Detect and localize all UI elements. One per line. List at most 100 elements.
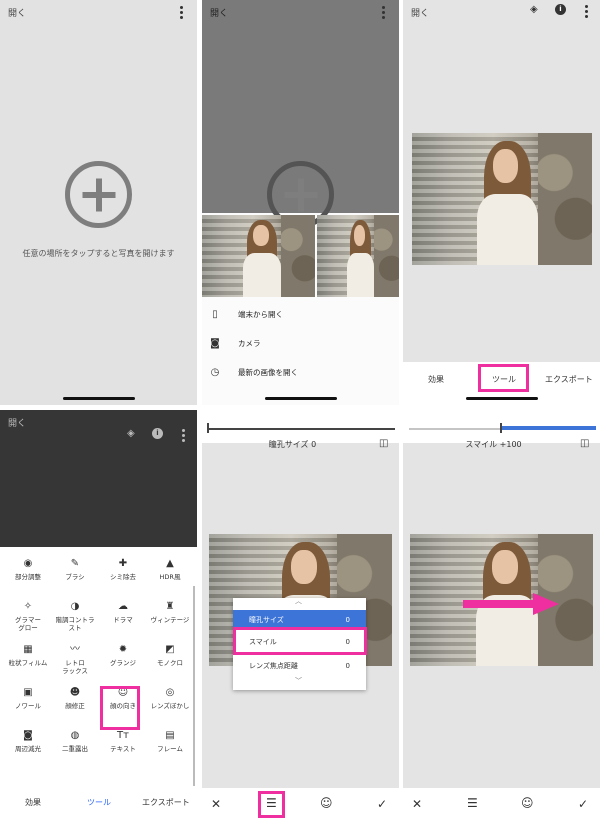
face-pose-icon[interactable]: ☺ — [320, 796, 333, 810]
tool-item[interactable]: ◎ レンズぼかし — [150, 688, 190, 711]
chevron-up-icon[interactable]: ︿ — [295, 596, 302, 606]
tool-label: グラマー グロー — [15, 616, 41, 632]
tool-label: グランジ — [110, 659, 136, 667]
menu-item-label: 最新の画像を開く — [238, 368, 298, 377]
dropdown-item-label: レンズ焦点距離 — [249, 662, 298, 670]
face-smile-icon: ☻ — [69, 687, 81, 698]
tool-label: HDR風 — [159, 573, 181, 581]
menu-item-open-latest[interactable]: ◷ 最新の画像を開く — [210, 367, 298, 378]
panel-tools-menu: 開く ◈ i ◉ 部分調整 ✎ ブラシ ✚ シミ除去 ▲ HDR風 ✧ グラマー グロー ◑ 階調コン… — [0, 410, 197, 820]
tool-item[interactable]: ☁ ドラマ — [103, 601, 143, 625]
cloud-icon: ☁ — [118, 601, 128, 612]
more-options-icon[interactable] — [585, 5, 588, 18]
info-icon[interactable]: i — [555, 4, 566, 15]
recent-photo-thumbnail[interactable] — [202, 215, 315, 297]
close-icon[interactable]: ✕ — [412, 797, 422, 811]
info-icon[interactable]: i — [152, 428, 163, 439]
tool-item[interactable]: ✚ シミ除去 — [103, 558, 143, 582]
dropdown-item-lens-focal-length[interactable]: レンズ焦点距離 0 — [233, 656, 366, 676]
add-photo-icon[interactable] — [65, 161, 132, 228]
home-indicator — [264, 397, 337, 400]
tool-item[interactable]: ◙ 周辺減光 — [8, 730, 48, 754]
tool-label: ドラマ — [113, 616, 133, 624]
bandage-icon: ✚ — [118, 558, 128, 569]
layers-icon[interactable]: ◈ — [127, 428, 135, 439]
adjust-slider[interactable] — [208, 428, 395, 430]
more-options-icon[interactable] — [182, 429, 185, 442]
tab-effects[interactable]: 効果 — [428, 374, 444, 385]
tool-item[interactable]: ◩ モノクロ — [150, 645, 190, 668]
tool-item[interactable]: ♜ ヴィンテージ — [150, 601, 190, 625]
tool-item[interactable]: ✧ グラマー グロー — [8, 602, 48, 633]
vignette-icon: ◙ — [23, 730, 33, 741]
tool-item[interactable]: 〰レトロ ラックス — [55, 645, 95, 676]
highlight-box — [100, 686, 140, 730]
phone-icon: ▯ — [212, 309, 218, 320]
grain-icon: ▦ — [23, 644, 33, 655]
more-options-icon[interactable] — [382, 6, 385, 19]
parameter-caption: 瞳孔サイズ 0 — [268, 440, 317, 449]
film-icon: ▣ — [23, 687, 33, 698]
chevron-down-icon[interactable]: ﹀ — [295, 676, 302, 686]
face-pose-icon[interactable]: ☺ — [521, 796, 534, 810]
tab-export[interactable]: エクスポート — [545, 374, 593, 385]
tool-label: ヴィンテージ — [150, 616, 190, 624]
highlight-box — [233, 627, 367, 655]
dropdown-item-label: 瞳孔サイズ — [249, 616, 284, 624]
frame-icon: ▤ — [165, 730, 175, 741]
mountain-icon: ▲ — [166, 558, 174, 569]
tab-export[interactable]: エクスポート — [142, 797, 190, 808]
tab-effects[interactable]: 効果 — [25, 797, 41, 808]
tool-item[interactable]: ◑ 階調コントラ スト — [55, 602, 95, 633]
layers-icon[interactable]: ◈ — [530, 4, 538, 15]
tool-label: 顔修正 — [65, 702, 85, 710]
parameter-caption: スマイル +100 — [465, 440, 522, 449]
open-button[interactable]: 開く — [411, 6, 429, 19]
camera-icon: ◙ — [210, 338, 220, 349]
tool-item[interactable]: ▤ フレーム — [150, 730, 190, 754]
apply-check-icon[interactable]: ✓ — [578, 797, 588, 811]
slider-center-mark — [500, 423, 502, 433]
tool-item[interactable]: ✹ グランジ — [103, 644, 143, 668]
tool-item[interactable]: ✎ ブラシ — [55, 558, 95, 582]
panel-smile-adjusted: スマイル +100 ◫ ✕ ☰ ☺ ✓ — [403, 410, 600, 820]
apply-check-icon[interactable]: ✓ — [377, 797, 387, 811]
home-indicator — [62, 397, 135, 400]
tool-item[interactable]: ▲ HDR風 — [150, 558, 190, 582]
open-button[interactable]: 開く — [8, 6, 26, 19]
menu-item-open-from-device[interactable]: ▯ 端末から開く — [210, 309, 283, 320]
tool-label: フレーム — [157, 745, 183, 753]
brush-icon: ✎ — [70, 558, 80, 569]
tool-item[interactable]: ▦ 粒状フィルム — [8, 644, 48, 668]
more-options-icon[interactable] — [180, 6, 183, 19]
tool-label: 周辺減光 — [15, 745, 41, 753]
open-button[interactable]: 開く — [210, 6, 228, 19]
recent-photo-thumbnail[interactable] — [317, 215, 399, 297]
tool-item[interactable]: ◉ 部分調整 — [8, 559, 48, 582]
tap-hint-text: 任意の場所をタップすると写真を開けます — [22, 249, 175, 258]
compare-icon[interactable]: ◫ — [580, 438, 589, 449]
tool-item[interactable]: ◍ 二重露出 — [55, 731, 95, 754]
slider-handle[interactable] — [207, 423, 209, 433]
open-button[interactable]: 開く — [8, 416, 26, 429]
highlight-box — [478, 364, 529, 392]
grunge-icon: ✹ — [118, 644, 128, 655]
close-icon[interactable]: ✕ — [211, 797, 221, 811]
tool-label: ブラシ — [65, 573, 85, 581]
bottom-toolbar — [403, 788, 600, 820]
scrollbar[interactable] — [193, 586, 195, 786]
menu-item-camera[interactable]: ◙ カメラ — [210, 338, 260, 349]
compare-icon[interactable]: ◫ — [379, 438, 388, 449]
tool-label: ノワール — [15, 702, 41, 710]
tool-label: 階調コントラ スト — [55, 616, 95, 632]
menu-item-label: 端末から開く — [238, 310, 283, 319]
adjust-sliders-icon[interactable]: ☰ — [467, 796, 478, 810]
lamp-icon: ♜ — [165, 601, 175, 612]
tool-item[interactable]: Tт テキスト — [103, 731, 143, 754]
dimmed-header — [0, 410, 197, 547]
tool-label: 粒状フィルム — [8, 659, 48, 667]
tool-item[interactable]: ☻ 顔修正 — [55, 687, 95, 711]
tool-item[interactable]: ▣ ノワール — [8, 687, 48, 711]
tool-label: 部分調整 — [15, 573, 41, 581]
tab-tools[interactable]: ツール — [87, 797, 111, 808]
